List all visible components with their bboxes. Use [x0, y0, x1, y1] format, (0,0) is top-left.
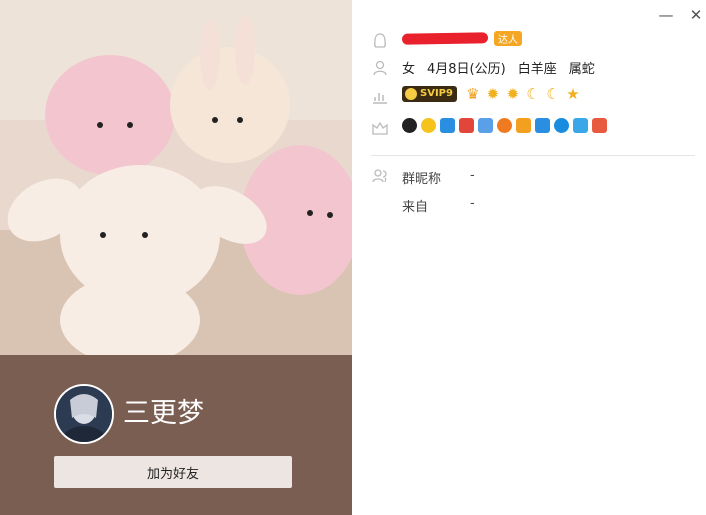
mail-icon[interactable]	[478, 118, 493, 133]
shield-icon[interactable]	[516, 118, 531, 133]
cloud-icon[interactable]	[573, 118, 588, 133]
star-icon: ★	[566, 85, 580, 103]
cover-photo	[0, 0, 352, 355]
game-icon[interactable]	[592, 118, 607, 133]
video-icon[interactable]	[459, 118, 474, 133]
crown-icon: ♛	[466, 85, 480, 103]
phone-icon[interactable]	[535, 118, 550, 133]
level-row: SVIP9 ♛ ✹ ✹ ☾ ☾ ★	[352, 85, 706, 107]
moon-icon: ☾	[546, 85, 560, 103]
crown-outline-icon	[372, 121, 388, 135]
nickname: 三更梦	[123, 398, 204, 429]
chinese-zodiac: 属蛇	[568, 62, 595, 77]
qq-penguin-icon[interactable]	[402, 118, 417, 133]
camera-icon[interactable]	[440, 118, 455, 133]
avatar-image	[56, 386, 112, 442]
moon-icon: ☾	[526, 85, 540, 103]
star-service-icon[interactable]	[421, 118, 436, 133]
sun-icon: ✹	[506, 85, 520, 103]
search-icon[interactable]	[554, 118, 569, 133]
group-icon	[372, 169, 387, 183]
group-nickname-value: -	[470, 168, 475, 183]
zodiac: 白羊座	[517, 62, 557, 77]
birthday: 4月8日(公历)	[427, 62, 506, 77]
services-row	[352, 117, 706, 139]
music-icon[interactable]	[497, 118, 512, 133]
close-button[interactable]: ✕	[687, 6, 705, 24]
account-row: 达人	[352, 30, 706, 52]
sun-icon: ✹	[486, 85, 500, 103]
add-friend-button[interactable]: 加为好友	[54, 456, 292, 488]
divider	[371, 155, 695, 156]
group-nickname-label: 群昵称	[402, 172, 442, 187]
chart-icon	[373, 93, 387, 104]
personal-info-row: 女 4月8日(公历) 白羊座 属蛇	[352, 57, 706, 79]
info-panel: — ✕ 达人 女 4月8日(公历) 白羊座 属蛇 SVIP9 ♛ ✹ ✹ ☾ ☾…	[352, 0, 706, 515]
avatar[interactable]	[54, 384, 114, 444]
gender: 女	[402, 62, 416, 77]
left-panel: 三更梦 加为好友	[0, 0, 352, 515]
from-label: 来自	[402, 200, 429, 215]
redacted-account	[401, 32, 489, 45]
expert-badge[interactable]: 达人	[494, 31, 522, 46]
from-value: -	[470, 196, 475, 211]
svip-badge[interactable]: SVIP9	[402, 86, 457, 102]
minimize-button[interactable]: —	[657, 6, 675, 24]
profile-area: 三更梦 加为好友	[0, 355, 352, 515]
penguin-outline-icon	[374, 33, 386, 48]
person-icon	[373, 60, 387, 76]
plush-toys-image	[0, 0, 352, 355]
